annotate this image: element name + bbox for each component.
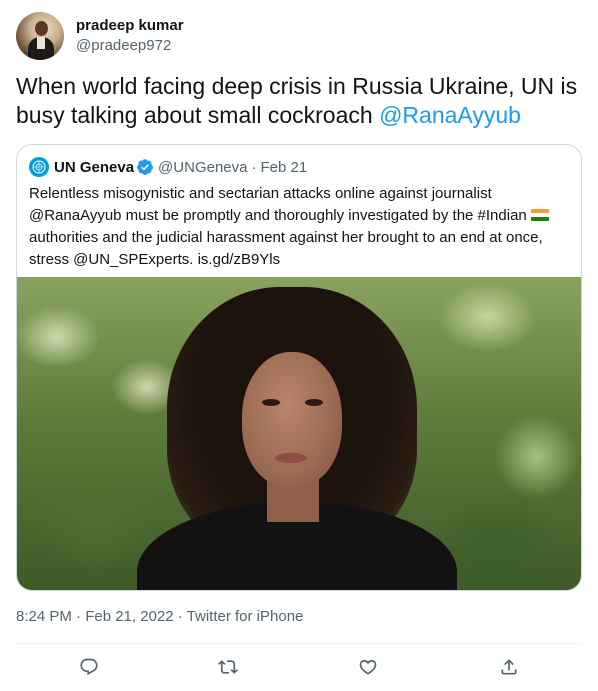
retweet-icon [218, 660, 238, 674]
like-button[interactable] [356, 655, 380, 679]
tweet-metadata[interactable]: 8:24 PM · Feb 21, 2022 · Twitter for iPh… [16, 607, 303, 627]
author-names: pradeep kumar @pradeep972 [76, 16, 184, 56]
reply-icon [80, 658, 98, 676]
tweet: pradeep kumar @pradeep972 When world fac… [0, 0, 598, 691]
quoted-separator: · [251, 158, 257, 176]
quoted-display-name[interactable]: UN Geneva [54, 159, 134, 176]
verified-badge-icon [136, 158, 154, 176]
tweet-actions [16, 648, 582, 686]
quoted-text-part1: Relentless misogynistic and sectarian at… [29, 185, 527, 224]
like-icon [359, 659, 377, 675]
quoted-date[interactable]: Feb 21 [260, 159, 307, 176]
un-emblem-icon [32, 160, 46, 174]
india-flag-icon [530, 209, 549, 221]
reply-button[interactable] [77, 655, 101, 679]
tweet-text: When world facing deep crisis in Russia … [16, 72, 582, 130]
quoted-tweet-header: UN Geneva @UNGeneva · Feb 21 [29, 157, 307, 177]
retweet-button[interactable] [216, 655, 240, 679]
divider [16, 643, 582, 644]
author-display-name[interactable]: pradeep kumar [76, 16, 184, 36]
share-button[interactable] [497, 655, 521, 679]
author-handle[interactable]: @pradeep972 [76, 36, 184, 56]
tweet-author[interactable]: pradeep kumar @pradeep972 [16, 12, 184, 60]
quoted-avatar[interactable] [29, 157, 49, 177]
quoted-tweet-text: Relentless misogynistic and sectarian at… [29, 183, 571, 271]
quoted-text-part2: authorities and the judicial harassment … [29, 229, 543, 268]
tweet-mention-link[interactable]: @RanaAyyub [379, 102, 521, 128]
quoted-tweet[interactable]: UN Geneva @UNGeneva · Feb 21 Relentless … [16, 144, 582, 591]
quoted-handle[interactable]: @UNGeneva [158, 159, 247, 176]
quoted-tweet-photo[interactable] [17, 277, 581, 590]
share-icon [501, 659, 517, 675]
avatar[interactable] [16, 12, 64, 60]
